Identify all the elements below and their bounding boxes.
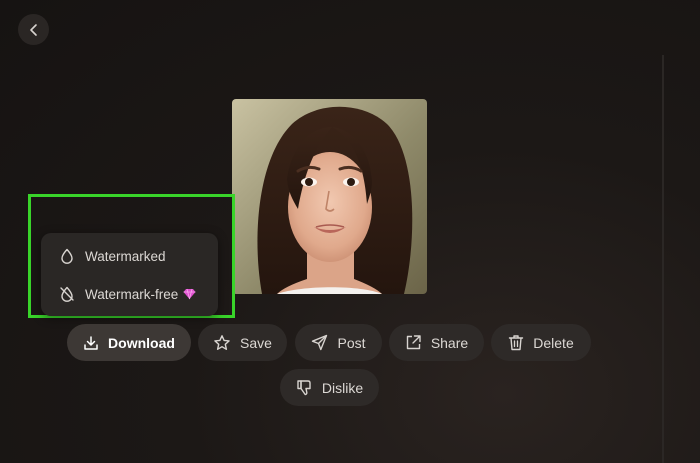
menu-item-label: Watermark-free [85, 286, 179, 302]
delete-label: Delete [533, 334, 574, 351]
download-label: Download [108, 334, 175, 351]
back-button[interactable] [18, 14, 49, 45]
download-button[interactable]: Download [67, 324, 191, 361]
generated-image[interactable] [232, 99, 427, 294]
post-label: Post [337, 334, 366, 351]
menu-item-watermarked[interactable]: Watermarked [41, 241, 218, 271]
save-button[interactable]: Save [198, 324, 287, 361]
download-icon [83, 335, 99, 351]
delete-button[interactable]: Delete [491, 324, 591, 361]
share-icon [405, 334, 422, 351]
save-label: Save [240, 334, 272, 351]
download-options-menu: Watermarked Watermark-free [41, 233, 218, 316]
star-icon [213, 334, 231, 352]
dislike-button[interactable]: Dislike [280, 369, 379, 406]
trash-icon [508, 334, 524, 351]
scrollbar-track [662, 55, 664, 463]
dislike-label: Dislike [321, 379, 364, 396]
menu-item-watermark-free[interactable]: Watermark-free [41, 279, 218, 309]
menu-item-label: Watermarked [85, 248, 166, 264]
thumbs-down-icon [296, 379, 313, 396]
send-icon [311, 334, 328, 351]
droplet-icon [56, 248, 78, 264]
chevron-left-icon [29, 23, 37, 36]
gem-icon [183, 288, 196, 300]
droplet-off-icon [56, 286, 78, 302]
post-button[interactable]: Post [295, 324, 382, 361]
share-label: Share [430, 334, 469, 351]
share-button[interactable]: Share [389, 324, 484, 361]
